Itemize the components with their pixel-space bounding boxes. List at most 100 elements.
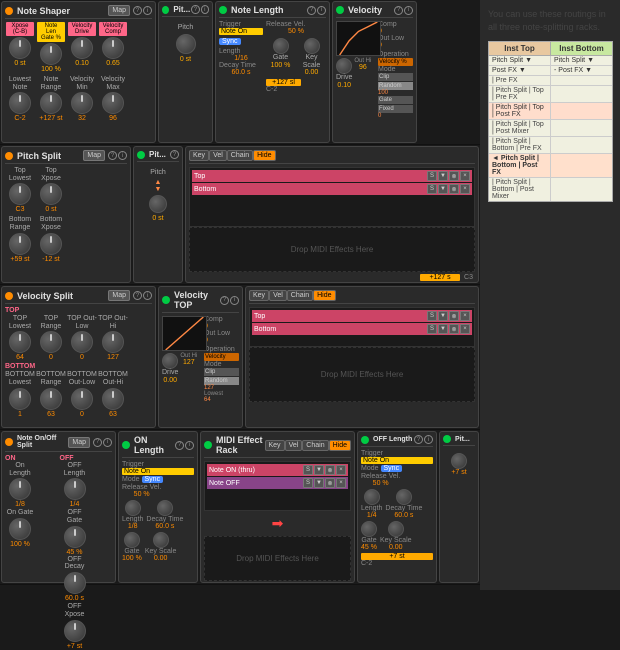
vc-f1[interactable]: ▼ [438, 311, 448, 321]
ps-bottom-range-knob[interactable] [9, 233, 31, 255]
lowest-note-knob[interactable] [9, 92, 31, 114]
mr-l1[interactable]: ⊗ [325, 465, 335, 475]
onoff-q[interactable]: ? [93, 438, 102, 447]
vel-top-drive-knob[interactable] [162, 353, 178, 369]
vel-hide-btn[interactable]: Hide [313, 290, 335, 301]
off-length-info[interactable]: i [424, 435, 433, 444]
pitch-split-info[interactable]: i [118, 151, 127, 160]
off-length-knob[interactable] [64, 478, 86, 500]
velocity-dot[interactable] [336, 6, 344, 14]
mr-key-btn[interactable]: Key [265, 440, 285, 451]
mr-chain-btn[interactable]: Chain [302, 440, 328, 451]
vs-top-outhi-knob[interactable] [102, 331, 124, 353]
hide-btn[interactable]: Hide [253, 150, 275, 161]
pit2-dot[interactable] [137, 151, 145, 159]
gate-knob[interactable] [273, 38, 289, 54]
ofl-decay-knob[interactable] [396, 489, 412, 505]
vel-comp-knob[interactable] [102, 37, 124, 59]
mr-f2[interactable]: ▼ [314, 478, 324, 488]
onoff-info[interactable]: i [103, 438, 112, 447]
vs-bot-lowest-knob[interactable] [9, 388, 31, 410]
vc-l2[interactable]: ⊗ [449, 324, 459, 334]
mr-s2[interactable]: S [303, 478, 313, 488]
vel-info[interactable]: i [404, 6, 413, 15]
routing-cell-0-1[interactable]: Pitch Split ▼ [551, 56, 612, 65]
vc-f2[interactable]: ▼ [438, 324, 448, 334]
pit3-knob[interactable] [451, 453, 467, 469]
pitch1-knob[interactable] [176, 34, 196, 54]
xpose-knob[interactable] [9, 37, 31, 59]
vel-btn[interactable]: Vel [209, 150, 227, 161]
mr-l2[interactable]: ⊗ [325, 478, 335, 488]
mr-s1[interactable]: S [303, 465, 313, 475]
pitch-split-map-btn[interactable]: Map [83, 150, 105, 161]
ps-top-lowest-knob[interactable] [9, 183, 31, 205]
off-length-dot[interactable] [361, 436, 369, 444]
ci-s[interactable]: S [427, 171, 437, 181]
vel-chain-row-bottom[interactable]: Bottom S ▼ ⊗ × [252, 323, 472, 335]
midi-noteoff-chain[interactable]: Note OFF S ▼ ⊗ × [207, 477, 348, 489]
off-decay-knob[interactable] [64, 572, 86, 594]
routing-cell-4[interactable]: | Pitch Split | Top | Post FX [489, 103, 551, 119]
on-length-dot[interactable] [122, 441, 130, 449]
vs-bot-range-knob[interactable] [40, 388, 62, 410]
vel-key-btn[interactable]: Key [249, 290, 269, 301]
mr-f1[interactable]: ▼ [314, 465, 324, 475]
onoff-map-btn[interactable]: Map [68, 437, 90, 448]
note-range-knob[interactable] [40, 92, 62, 114]
ol-decay-knob[interactable] [157, 500, 173, 516]
note-len-knob[interactable] [40, 43, 62, 65]
off-length-q[interactable]: ? [414, 435, 423, 444]
pit1-dot[interactable] [162, 6, 169, 14]
note-shaper-dot[interactable] [5, 7, 13, 15]
vel-split-info[interactable]: i [143, 291, 152, 300]
routing-cell-7[interactable]: ◄ Pitch Split | Bottom | Post FX [489, 154, 551, 177]
chain-row-bottom[interactable]: Bottom S ▼ ⊗ × [192, 183, 472, 195]
vel-drive-knob[interactable] [71, 37, 93, 59]
off-xpose-knob[interactable] [64, 620, 86, 642]
vel-vel-btn[interactable]: Vel [269, 290, 287, 301]
note-length-q[interactable]: ? [307, 6, 316, 15]
ci-lock[interactable]: ⊗ [449, 171, 459, 181]
ol-len-knob[interactable] [125, 500, 141, 516]
vel-q[interactable]: ? [394, 6, 403, 15]
vc-l1[interactable]: ⊗ [449, 311, 459, 321]
key-btn[interactable]: Key [189, 150, 209, 161]
vc-d2[interactable]: × [460, 324, 470, 334]
vel-split-dot[interactable] [5, 292, 13, 300]
ci-del2[interactable]: × [460, 184, 470, 194]
vel-top-info[interactable]: i [230, 296, 239, 305]
pit1-q[interactable]: ? [191, 5, 199, 14]
pitch-split-dot[interactable] [5, 152, 13, 160]
vc-s1[interactable]: S [427, 311, 437, 321]
vel-min-knob[interactable] [71, 92, 93, 114]
ci-fold[interactable]: ▼ [438, 171, 448, 181]
note-shaper-info-icon[interactable]: i [143, 6, 152, 15]
routing-cell-1-1[interactable]: - Post FX ▼ [551, 66, 612, 75]
pitch-split-q[interactable]: ? [108, 151, 117, 160]
mr-vel-btn[interactable]: Vel [285, 440, 303, 451]
midi-noteon-chain[interactable]: Note ON (thru) S ▼ ⊗ × [207, 464, 348, 476]
pit1-info[interactable]: i [201, 5, 209, 14]
vs-top-range-knob[interactable] [40, 331, 62, 353]
routing-cell-1-0[interactable]: Post FX ▼ [489, 66, 551, 75]
vel-top-dot[interactable] [162, 296, 170, 304]
chain-row-top[interactable]: Top S ▼ ⊗ × [192, 170, 472, 182]
vel-split-q[interactable]: ? [133, 291, 142, 300]
pitch2-knob[interactable] [149, 195, 167, 213]
midi-rack-dot[interactable] [204, 441, 212, 449]
ci-s2[interactable]: S [427, 184, 437, 194]
pit3-dot[interactable] [443, 435, 451, 443]
ofl-len-knob[interactable] [364, 489, 380, 505]
note-shaper-q-icon[interactable]: ? [133, 6, 142, 15]
vel-top-q[interactable]: ? [220, 296, 229, 305]
vc-s2[interactable]: S [427, 324, 437, 334]
ci-fold2[interactable]: ▼ [438, 184, 448, 194]
vel-split-map-btn[interactable]: Map [108, 290, 130, 301]
mr-d2[interactable]: × [336, 478, 346, 488]
vc-d1[interactable]: × [460, 311, 470, 321]
routing-cell-0-0[interactable]: Pitch Split ▼ [489, 56, 551, 65]
ofl-key-knob[interactable] [388, 521, 404, 537]
ofl-gate-knob[interactable] [361, 521, 377, 537]
vs-bot-outhi-knob[interactable] [102, 388, 124, 410]
